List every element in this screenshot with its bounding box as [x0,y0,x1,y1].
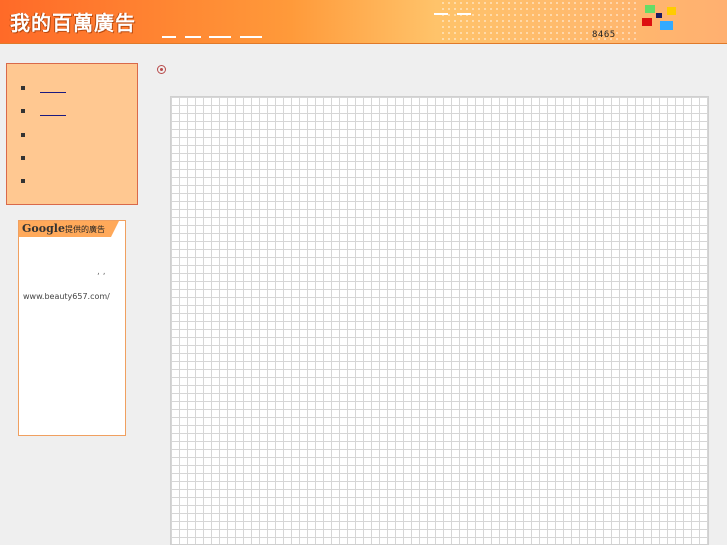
ad-text: , , [97,267,106,277]
visit-counter: 8465 [592,30,616,40]
top-link-2[interactable] [457,13,471,15]
bullet-icon [21,133,25,137]
google-ad-box: Google 提供的廣告 , , www.beauty657.com/ [18,220,126,436]
color-square-icon [656,13,662,18]
google-logo: Google [22,222,65,235]
color-square-icon [667,7,676,15]
sidebar-item-2[interactable] [21,105,131,117]
bullet-icon [21,109,25,113]
bullet-icon [21,86,25,90]
header-bar: 我的百萬廣告 8465 [0,0,727,44]
sidebar-link-underline[interactable] [40,92,66,93]
sidebar-item-3[interactable] [21,129,131,141]
top-link-1[interactable] [434,13,448,15]
sidebar-menu [6,63,138,205]
site-logo[interactable]: 我的百萬廣告 [10,7,136,36]
sidebar-item-5[interactable] [21,175,131,187]
ad-pixel-grid[interactable] [170,96,709,545]
bullet-icon [21,156,25,160]
nav-link-4[interactable] [240,36,262,38]
sidebar-item-1[interactable] [21,82,131,94]
ad-label: 提供的廣告 [65,225,105,234]
nav-link-2[interactable] [185,36,201,38]
target-icon [157,65,166,74]
sidebar-link-underline[interactable] [40,115,66,116]
nav-link-3[interactable] [209,36,231,38]
color-square-icon [660,21,673,30]
color-square-icon [642,18,652,26]
nav-link-1[interactable] [162,36,176,38]
sidebar-item-4[interactable] [21,152,131,164]
ad-url-link[interactable]: www.beauty657.com/ [23,292,110,301]
ad-header: Google 提供的廣告 [19,221,119,237]
color-square-icon [645,5,655,13]
bullet-icon [21,179,25,183]
